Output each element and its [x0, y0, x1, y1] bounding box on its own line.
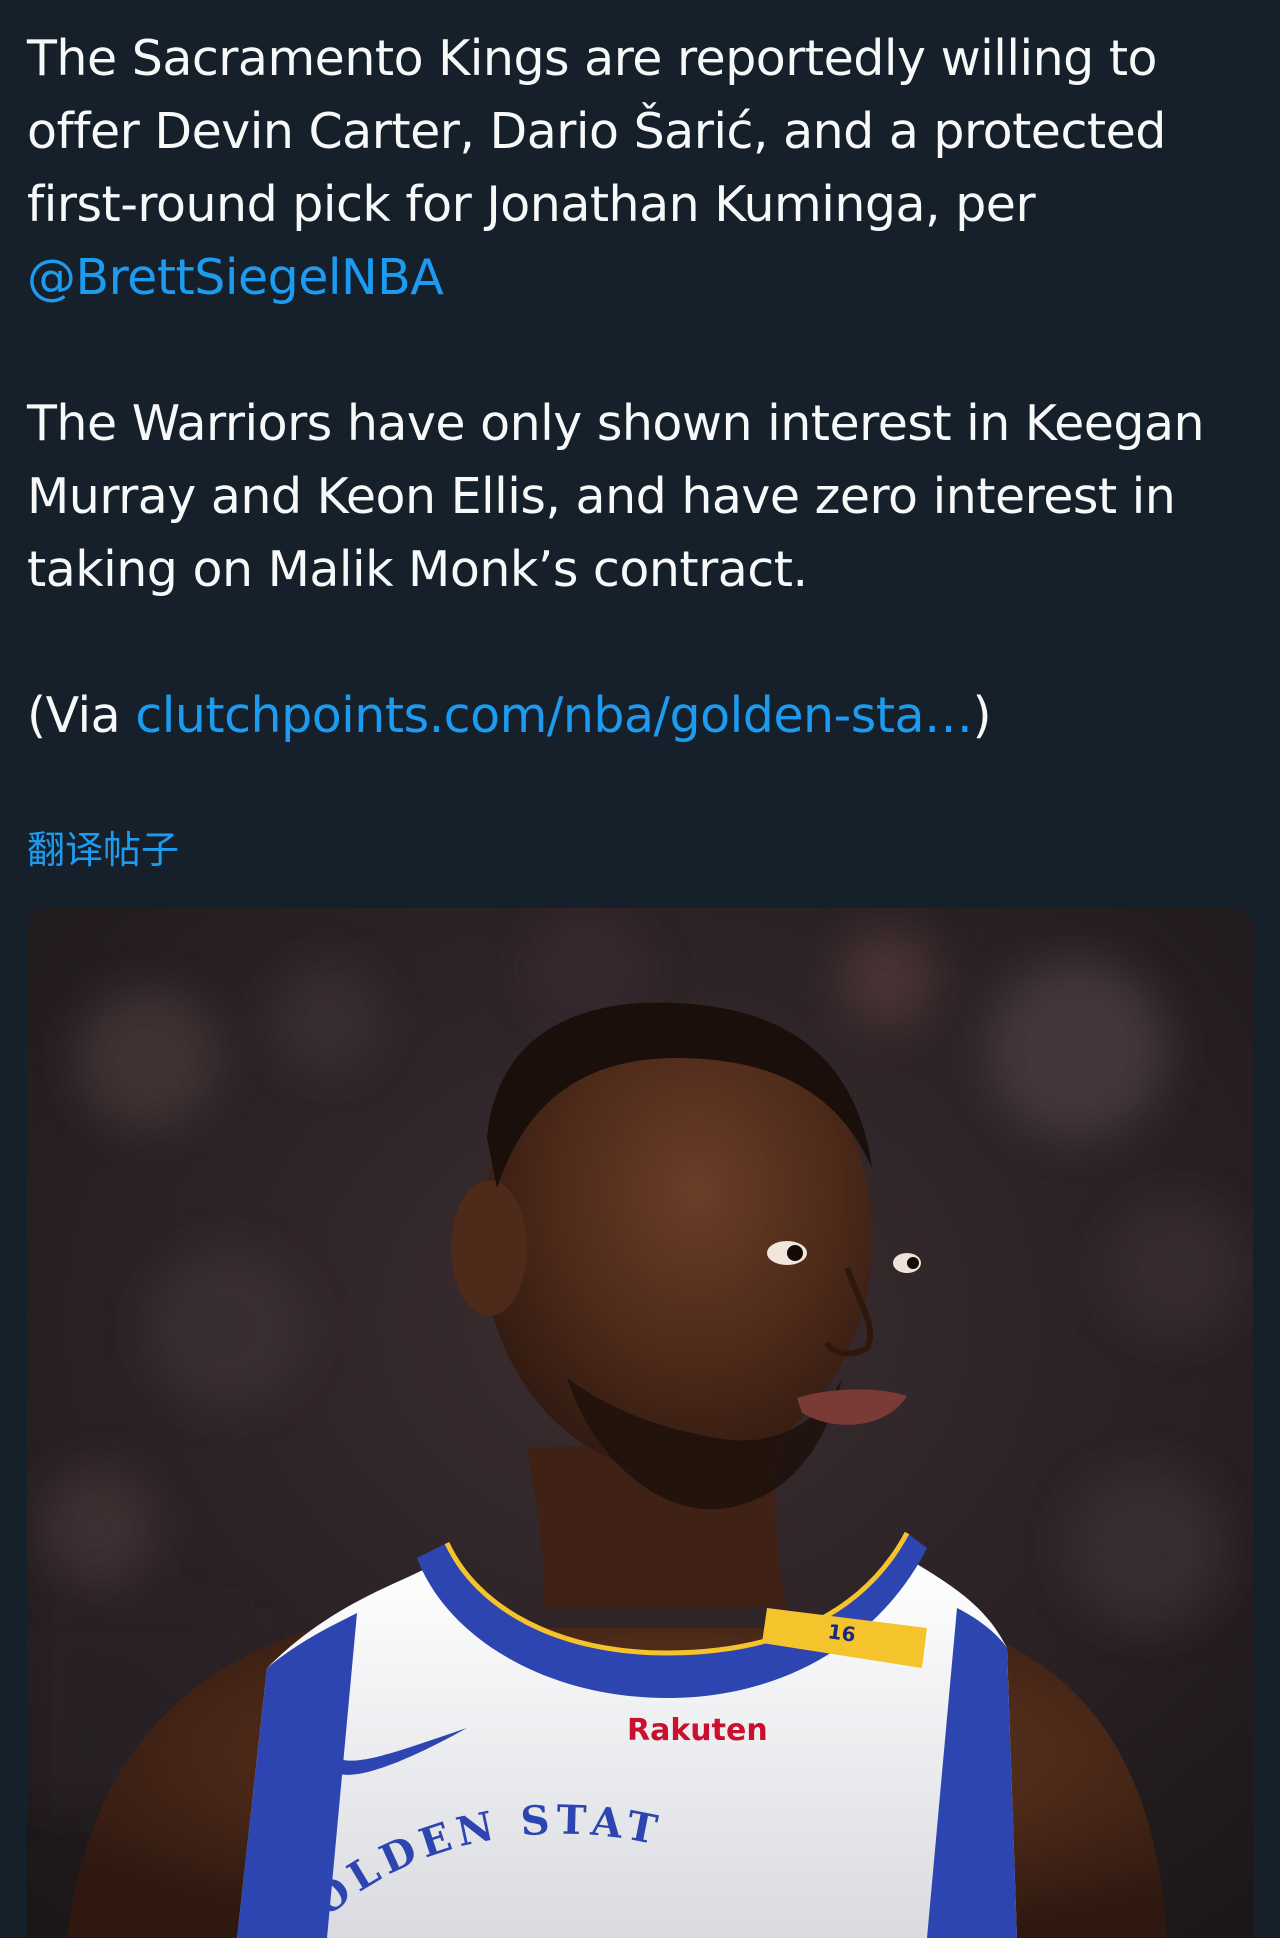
via-suffix: ) [972, 687, 992, 744]
tweet-text-part-1: The Sacramento Kings are reportedly will… [27, 30, 1166, 233]
via-prefix: (Via [27, 687, 121, 744]
source-link[interactable]: clutchpoints.com/nba/golden-sta… [135, 687, 973, 744]
tweet-text: The Sacramento Kings are reportedly will… [27, 22, 1257, 752]
tweet-paragraph-1: The Sacramento Kings are reportedly will… [27, 22, 1257, 314]
mention-link[interactable]: @BrettSiegelNBA [27, 249, 444, 306]
sponsor-logo: Rakuten [627, 1713, 768, 1748]
jersey-number: 16 [826, 1619, 857, 1647]
tweet-media-image[interactable]: 16 Rakuten OLDEN STAT [27, 908, 1253, 1938]
tweet-paragraph-2: The Warriors have only shown interest in… [27, 395, 1205, 598]
translate-post-button[interactable]: 翻译帖子 [27, 822, 179, 878]
tweet-paragraph-3: (Via clutchpoints.com/nba/golden-sta…) [27, 679, 1257, 752]
player-photo: 16 Rakuten OLDEN STAT [27, 908, 1253, 1938]
